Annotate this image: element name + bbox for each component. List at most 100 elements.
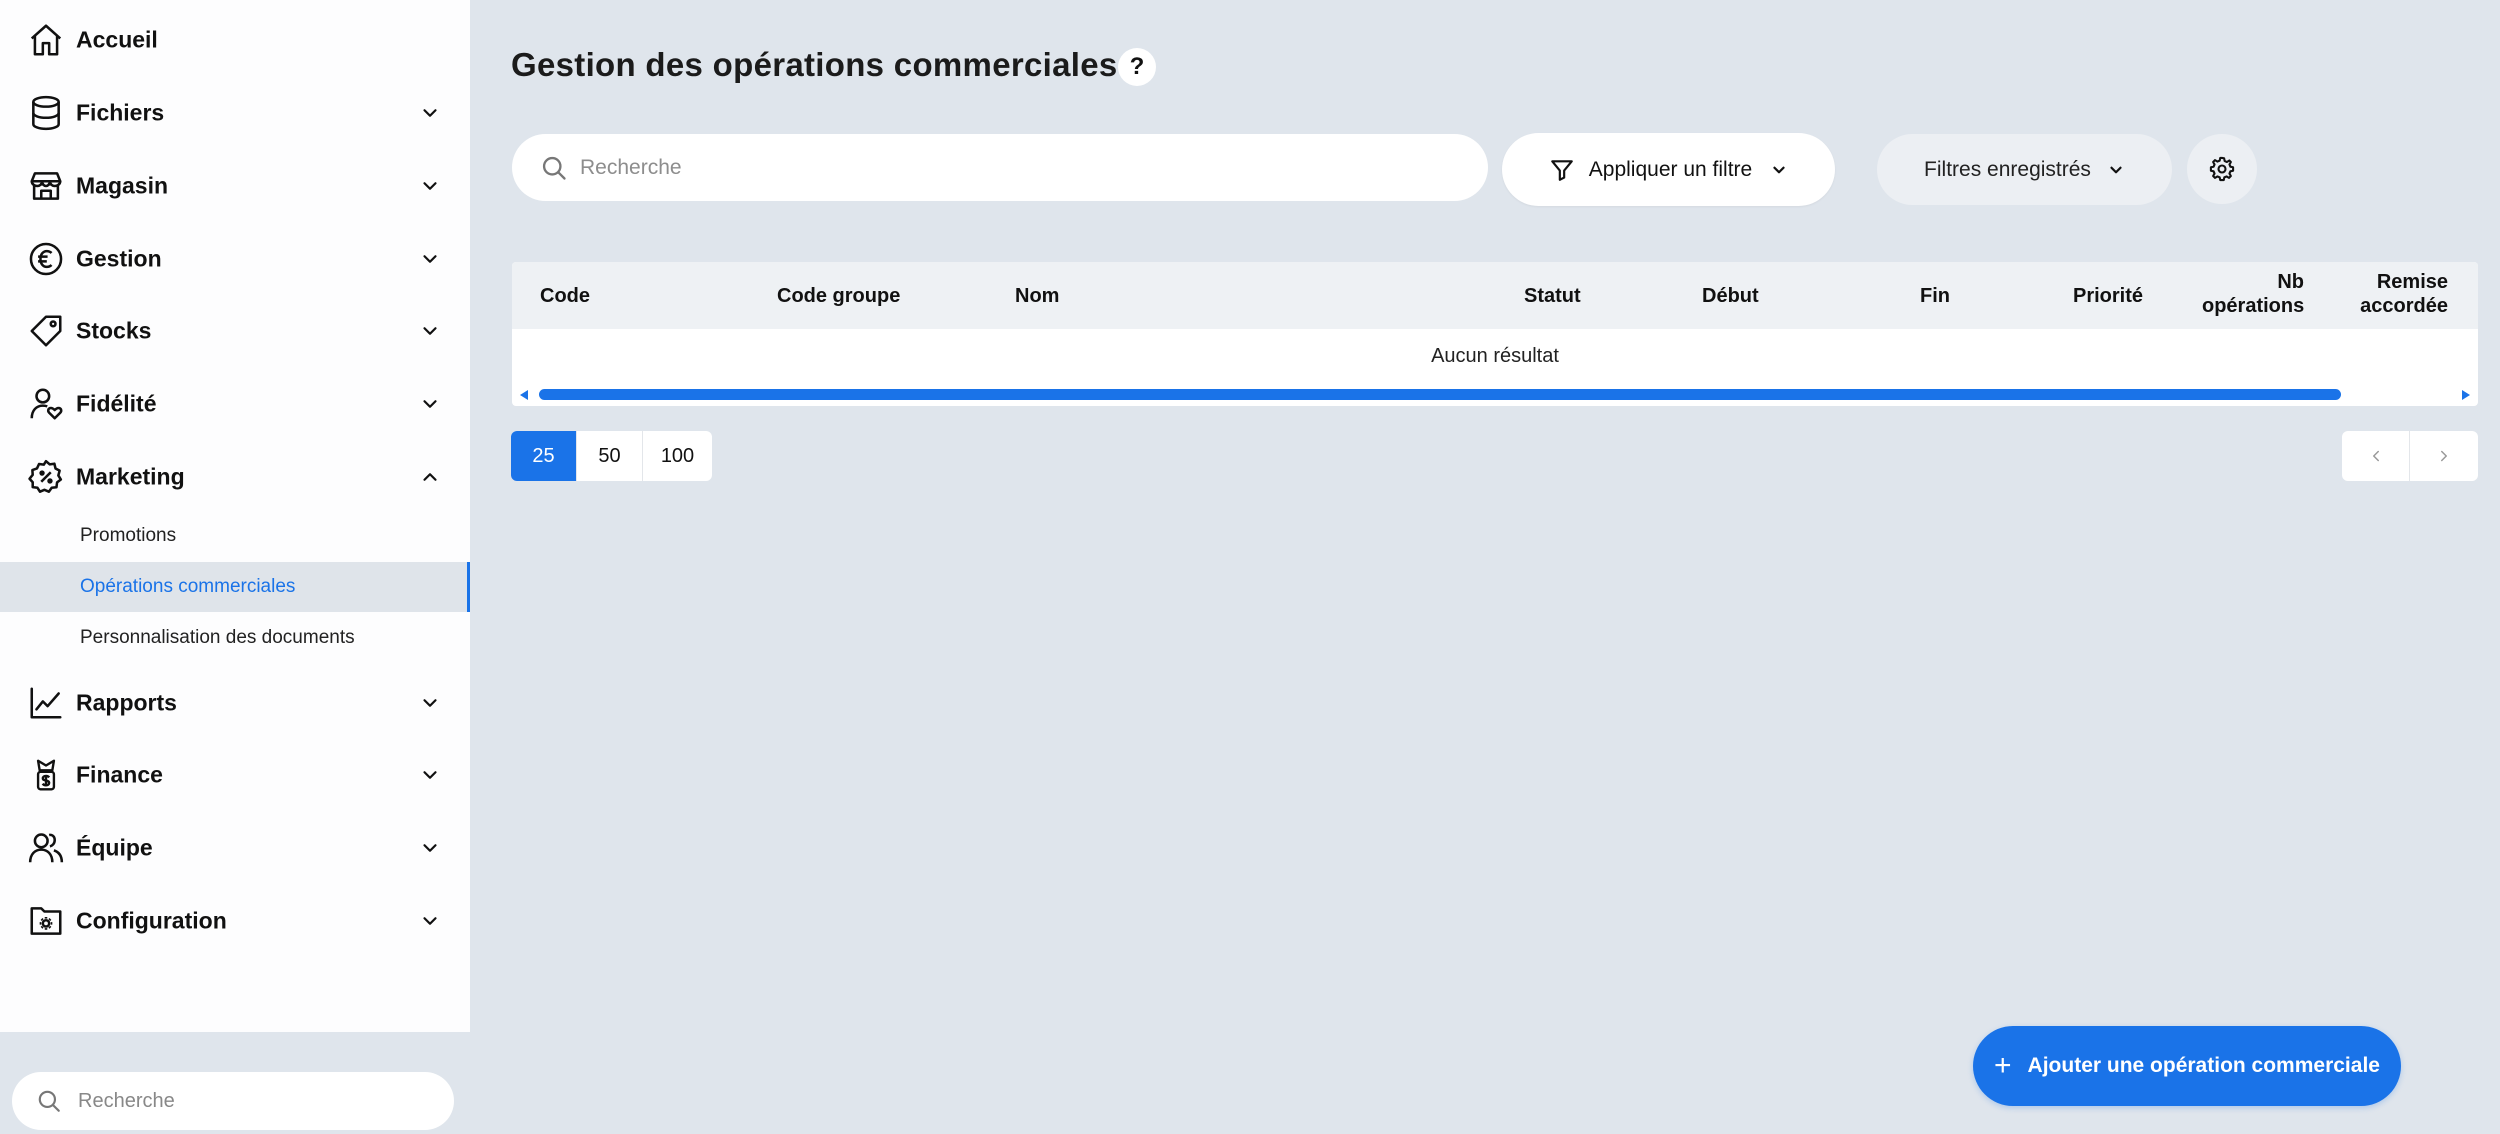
apply-filter-button[interactable]: Appliquer un filtre [1502, 133, 1835, 206]
home-icon [26, 20, 66, 60]
chevron-down-icon[interactable] [416, 172, 444, 200]
empty-state-message: Aucun résultat [1431, 345, 1559, 367]
sidebar-item-stocks[interactable]: Stocks [0, 294, 470, 367]
page-size-25[interactable]: 25 [511, 431, 577, 481]
operations-table: Code Code groupe Nom Statut Début Fin Pr… [512, 262, 2478, 406]
sidebar-item-label: Fichiers [76, 99, 165, 125]
sidebar-item-label: Accueil [76, 26, 158, 52]
page-title: Gestion des opérations commerciales [511, 46, 1118, 83]
money-icon [26, 755, 66, 795]
table-settings-button[interactable] [2187, 134, 2257, 204]
page-size-100[interactable]: 100 [643, 431, 712, 481]
sidebar-subitem-label: Promotions [80, 525, 177, 546]
sidebar-item-configuration[interactable]: Configuration [0, 884, 470, 957]
sidebar-item-label: Fidélité [76, 390, 157, 416]
sidebar-search-input[interactable] [78, 1082, 438, 1120]
sidebar-item-marketing[interactable]: Marketing [0, 440, 470, 513]
sidebar-item-accueil[interactable]: Accueil [0, 3, 470, 76]
sidebar-item-gestion[interactable]: Gestion [0, 222, 470, 295]
page-size-50[interactable]: 50 [577, 431, 643, 481]
column-header-remise-accordee[interactable]: Remise accordée [2342, 270, 2448, 318]
scrollbar-thumb[interactable] [539, 389, 2341, 400]
settings-folder-icon [26, 901, 66, 941]
search-icon [542, 156, 566, 180]
chevron-left-icon [2372, 450, 2379, 462]
chevron-up-icon[interactable] [416, 463, 444, 491]
chevron-down-icon[interactable] [416, 834, 444, 862]
sidebar-subitem-label: Opérations commerciales [80, 576, 296, 597]
column-header-statut[interactable]: Statut [1524, 284, 1581, 308]
chevron-down-icon[interactable] [416, 99, 444, 127]
search-input[interactable] [580, 148, 1460, 188]
chevron-down-icon [2110, 166, 2122, 173]
sidebar-item-rapports[interactable]: Rapports [0, 666, 470, 739]
chevron-down-icon [1773, 166, 1785, 173]
column-header-remise-line2: accordée [2360, 295, 2448, 317]
chevron-down-icon[interactable] [416, 689, 444, 717]
sidebar-subitem-label: Personnalisation des documents [80, 627, 355, 648]
team-icon [26, 828, 66, 868]
scroll-right-arrow-icon[interactable] [2462, 390, 2470, 400]
table-header: Code Code groupe Nom Statut Début Fin Pr… [512, 262, 2478, 329]
sidebar-item-label: Stocks [76, 317, 152, 343]
tag-icon [26, 311, 66, 351]
store-icon [26, 166, 66, 206]
chevron-down-icon[interactable] [416, 761, 444, 789]
pager [2342, 431, 2478, 481]
sidebar-footer [0, 1032, 470, 1134]
sidebar-item-label: Équipe [76, 834, 153, 860]
add-operation-label: Ajouter une opération commerciale [2027, 1054, 2380, 1077]
saved-filters-button[interactable]: Filtres enregistrés [1877, 134, 2172, 205]
sidebar-item-label: Finance [76, 761, 163, 787]
column-header-nb-operations-line1: Nb [2277, 271, 2304, 293]
sidebar-item-label: Rapports [76, 689, 177, 715]
sidebar-item-label: Magasin [76, 172, 169, 198]
column-header-remise-line1: Remise [2376, 271, 2448, 293]
column-header-nb-operations-line2: opérations [2202, 295, 2305, 317]
chevron-down-icon[interactable] [416, 390, 444, 418]
sidebar-subitem-operations-commerciales[interactable]: Opérations commerciales [0, 562, 470, 612]
line-chart-icon [26, 683, 66, 723]
page-size-selector: 25 50 100 [511, 431, 712, 481]
column-header-code[interactable]: Code [540, 284, 590, 308]
sidebar: Accueil Fichiers Magasin Gestion Stocks … [0, 0, 470, 1134]
add-operation-button[interactable]: + Ajouter une opération commerciale [1973, 1026, 2401, 1106]
chevron-down-icon[interactable] [416, 317, 444, 345]
filter-icon [1550, 159, 1573, 181]
column-header-fin[interactable]: Fin [1920, 284, 1950, 308]
column-header-code-groupe[interactable]: Code groupe [777, 284, 900, 308]
sidebar-item-magasin[interactable]: Magasin [0, 149, 470, 222]
sidebar-item-finance[interactable]: Finance [0, 738, 470, 811]
saved-filters-label: Filtres enregistrés [1924, 157, 2091, 181]
user-heart-icon [26, 384, 66, 424]
sidebar-item-fichiers[interactable]: Fichiers [0, 76, 470, 149]
sidebar-item-label: Gestion [76, 245, 162, 271]
scroll-left-arrow-icon[interactable] [520, 390, 528, 400]
discount-badge-icon [26, 457, 66, 497]
apply-filter-label: Appliquer un filtre [1588, 157, 1753, 181]
previous-page-button[interactable] [2342, 431, 2410, 481]
gear-icon [2209, 156, 2235, 182]
chevron-down-icon[interactable] [416, 245, 444, 273]
sidebar-item-label: Configuration [76, 907, 227, 933]
column-header-nom[interactable]: Nom [1015, 284, 1059, 308]
sidebar-item-fidelite[interactable]: Fidélité [0, 367, 470, 440]
plus-icon: + [1994, 1049, 2012, 1082]
sidebar-subitem-promotions[interactable]: Promotions [0, 511, 470, 561]
column-header-debut[interactable]: Début [1702, 284, 1759, 308]
euro-icon [26, 239, 66, 279]
sidebar-search[interactable] [12, 1072, 454, 1130]
chevron-right-icon [2441, 450, 2447, 462]
database-icon [26, 93, 66, 133]
main-search[interactable] [512, 134, 1488, 201]
column-header-nb-operations[interactable]: Nb opérations [2202, 270, 2304, 318]
sidebar-subitem-personnalisation-documents[interactable]: Personnalisation des documents [0, 613, 470, 663]
chevron-down-icon[interactable] [416, 907, 444, 935]
horizontal-scrollbar[interactable] [512, 388, 2478, 402]
next-page-button[interactable] [2410, 431, 2478, 481]
sidebar-item-equipe[interactable]: Équipe [0, 811, 470, 884]
column-header-priorite[interactable]: Priorité [2073, 284, 2143, 308]
sidebar-item-label: Marketing [76, 463, 185, 489]
search-icon [38, 1090, 60, 1112]
help-button[interactable]: ? [1118, 48, 1156, 86]
